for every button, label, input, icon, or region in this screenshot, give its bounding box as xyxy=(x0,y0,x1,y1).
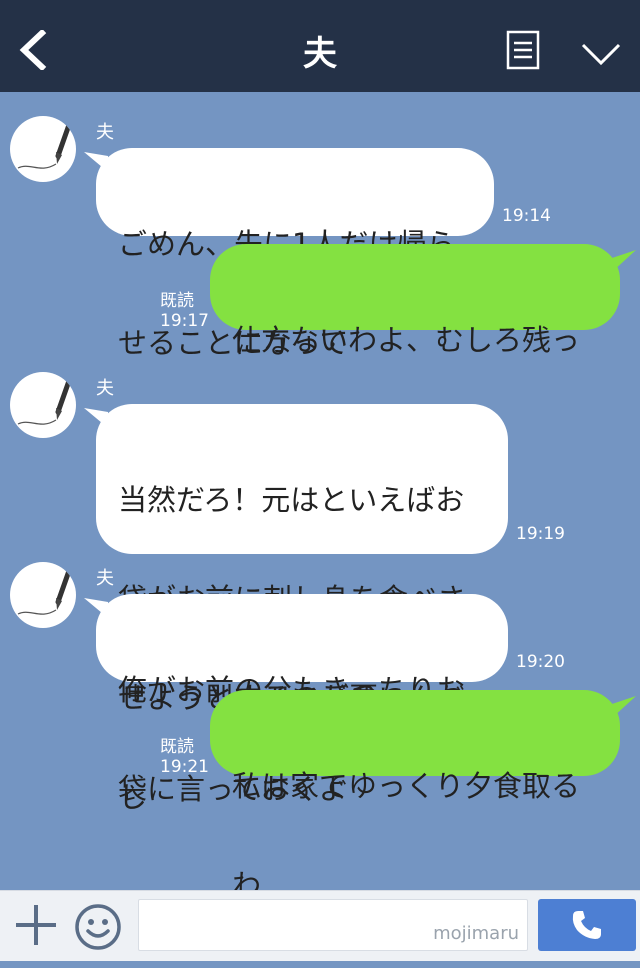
message-input[interactable]: mojimaru xyxy=(138,899,528,951)
fountain-pen-icon xyxy=(17,565,73,615)
message-time: 19:14 xyxy=(502,206,551,226)
avatar[interactable] xyxy=(10,562,76,628)
sender-name: 夫 xyxy=(96,378,114,399)
chevron-left-icon[interactable] xyxy=(16,30,50,70)
message-line: 仕方ないわよ、むしろ残っ xyxy=(232,323,581,357)
chevron-down-icon[interactable] xyxy=(580,38,622,68)
avatar[interactable] xyxy=(10,116,76,182)
input-bar: mojimaru xyxy=(0,890,640,961)
read-receipt: 既読 xyxy=(160,291,194,311)
chat-header: 夫 xyxy=(0,0,640,92)
message-line: 当然だろ！元はといえばお xyxy=(118,483,465,517)
message-bubble[interactable]: 俺がお前の分もきっちりお 袋に言っておくよ xyxy=(96,594,508,806)
bubble-tail xyxy=(612,250,636,272)
message-line: 私は家でゆっくり夕食取る xyxy=(232,769,581,803)
call-button[interactable] xyxy=(538,899,636,951)
avatar[interactable] xyxy=(10,372,76,438)
sender-name: 夫 xyxy=(96,122,114,143)
message-time: 19:19 xyxy=(516,524,565,544)
message-bubble[interactable]: 私は家でゆっくり夕食取る わ xyxy=(210,690,620,902)
message-time: 19:17 xyxy=(160,311,209,331)
watermark-text: mojimaru xyxy=(433,923,519,944)
message-time: 19:20 xyxy=(516,652,565,672)
chat-area[interactable]: 夫 ごめん、先に1人だけ帰ら せることになって 19:14 既読 19:17 仕… xyxy=(0,92,640,902)
bubble-tail xyxy=(612,696,636,718)
fountain-pen-icon xyxy=(17,375,73,425)
message-bubble[interactable]: 仕方ないわよ、むしろ残っ てくれてありがとう xyxy=(210,244,620,456)
note-icon[interactable] xyxy=(506,30,540,70)
message-bubble[interactable]: 当然だろ！元はといえばお 袋がお前に刺し身を食べさ せようとするのが悪いんだ し xyxy=(96,404,508,814)
message-bubble[interactable]: ごめん、先に1人だけ帰ら せることになって xyxy=(96,148,494,360)
sender-name: 夫 xyxy=(96,568,114,589)
phone-icon xyxy=(572,911,601,939)
read-receipt: 既読 xyxy=(160,737,194,757)
message-time: 19:21 xyxy=(160,757,209,777)
plus-icon[interactable] xyxy=(14,903,58,947)
emoji-icon[interactable] xyxy=(74,903,122,951)
chat-title: 夫 xyxy=(303,34,337,74)
fountain-pen-icon xyxy=(17,119,73,169)
